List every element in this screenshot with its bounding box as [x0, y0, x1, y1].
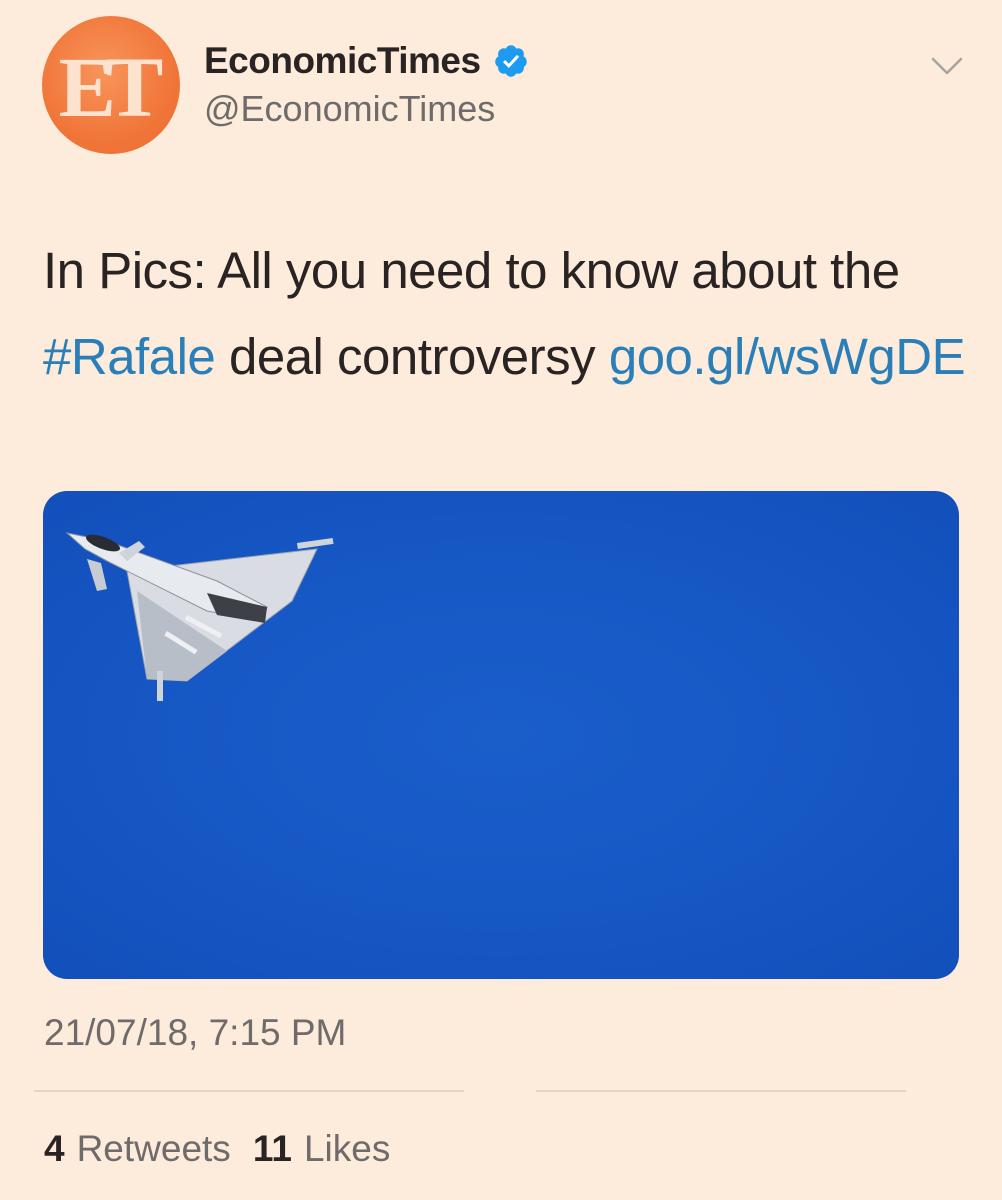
retweets-label[interactable]: Retweets: [77, 1128, 231, 1170]
divider: [536, 1090, 906, 1092]
tweet-media-image[interactable]: [43, 491, 959, 979]
user-info: EconomicTimes @EconomicTimes: [204, 38, 529, 130]
likes-count[interactable]: 11: [253, 1128, 292, 1170]
retweets-count[interactable]: 4: [44, 1128, 65, 1170]
tweet-text-prefix: In Pics: All you need to know about the: [43, 242, 900, 299]
verified-badge-icon: [494, 45, 527, 77]
user-handle[interactable]: @EconomicTimes: [204, 88, 529, 130]
chevron-down-icon[interactable]: [930, 54, 964, 78]
avatar[interactable]: ET: [42, 16, 180, 154]
url-link[interactable]: goo.gl/wsWgDE: [609, 328, 966, 385]
divider: [34, 1090, 464, 1092]
tweet-text: In Pics: All you need to know about the …: [43, 228, 973, 400]
display-name-row: EconomicTimes: [204, 38, 529, 84]
avatar-logo-text: ET: [58, 39, 164, 135]
display-name[interactable]: EconomicTimes: [204, 40, 481, 82]
fighter-jet-image: [65, 532, 334, 701]
tweet-timestamp: 21/07/18, 7:15 PM: [44, 1012, 347, 1053]
hashtag-link[interactable]: #Rafale: [43, 328, 216, 385]
likes-label[interactable]: Likes: [304, 1128, 390, 1170]
tweet-text-middle: deal controversy: [215, 328, 609, 385]
tweet-stats: 4 Retweets 11 Likes: [44, 1128, 390, 1170]
